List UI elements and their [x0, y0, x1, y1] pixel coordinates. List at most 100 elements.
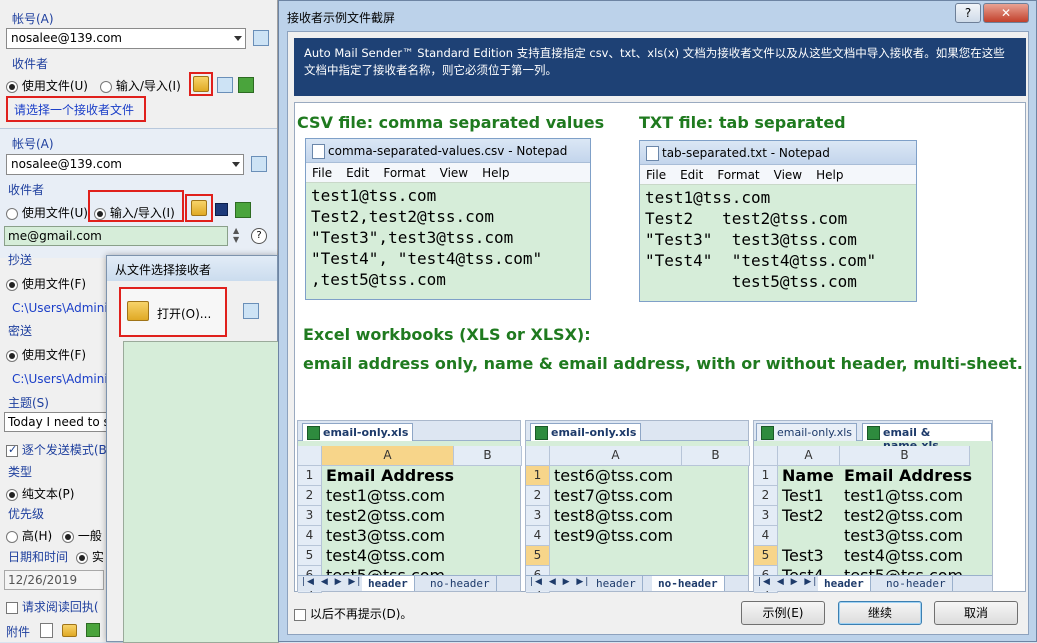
- row-header[interactable]: 1: [298, 466, 322, 486]
- cell[interactable]: test1@tss.com: [840, 486, 963, 506]
- column-header[interactable]: B: [454, 446, 522, 466]
- menu-help[interactable]: Help: [482, 166, 509, 180]
- priority-normal-radio[interactable]: 一般: [62, 527, 102, 544]
- column-header[interactable]: A: [550, 446, 682, 466]
- sheet-tab-header[interactable]: header: [590, 576, 643, 591]
- radio-icon[interactable]: [6, 530, 18, 543]
- cancel-button[interactable]: 取消: [934, 601, 1018, 625]
- menu-help[interactable]: Help: [816, 168, 843, 182]
- sheet-nav-icon[interactable]: |◀ ◀ ▶ ▶|: [758, 577, 818, 587]
- plain-text-radio[interactable]: 纯文本(P): [6, 485, 74, 502]
- menu-format[interactable]: Format: [383, 166, 425, 180]
- checkbox-icon[interactable]: [6, 601, 18, 614]
- sheet-nav-icon[interactable]: |◀ ◀ ▶ ▶|: [530, 577, 590, 587]
- chevron-down-icon[interactable]: [234, 36, 242, 41]
- radio-icon[interactable]: [76, 551, 88, 564]
- edit-list-icon[interactable]: [217, 77, 233, 93]
- continue-button[interactable]: 继续: [838, 601, 922, 625]
- radio-icon[interactable]: [100, 80, 112, 93]
- menu-file[interactable]: File: [312, 166, 332, 180]
- cell[interactable]: Email Address: [840, 466, 972, 486]
- account-settings-icon[interactable]: [253, 30, 269, 46]
- priority-high-radio[interactable]: 高(H): [6, 527, 52, 544]
- radio-icon[interactable]: [6, 207, 18, 220]
- cc-path[interactable]: C:\Users\Adminis: [12, 301, 114, 315]
- row-header[interactable]: 2: [526, 486, 550, 506]
- dont-show-checkbox[interactable]: 以后不再提示(D)。: [294, 605, 412, 622]
- cell[interactable]: test4@tss.com: [840, 546, 963, 566]
- radio-icon[interactable]: [94, 207, 106, 220]
- row-header[interactable]: 5: [754, 546, 778, 566]
- help-icon[interactable]: ?: [251, 228, 267, 244]
- cell[interactable]: test3@tss.com: [322, 526, 445, 546]
- delete-icon[interactable]: [243, 303, 259, 319]
- menu-file[interactable]: File: [646, 168, 666, 182]
- recipient-list[interactable]: [123, 341, 279, 643]
- import-radio-2[interactable]: 输入/导入(I): [88, 190, 184, 222]
- date-input[interactable]: 12/26/2019: [4, 570, 104, 590]
- checkbox-icon[interactable]: [6, 443, 18, 457]
- cell[interactable]: [778, 526, 782, 546]
- cell[interactable]: test3@tss.com: [840, 526, 963, 546]
- row-header[interactable]: 4: [754, 526, 778, 546]
- row-header[interactable]: 4: [298, 526, 322, 546]
- sheet-nav-icon[interactable]: |◀ ◀ ▶ ▶|: [302, 577, 362, 587]
- menu-edit[interactable]: Edit: [346, 166, 369, 180]
- cell[interactable]: Name: [778, 466, 834, 486]
- use-file-radio[interactable]: 使用文件(U): [6, 77, 88, 94]
- menu-format[interactable]: Format: [717, 168, 759, 182]
- radio-icon[interactable]: [6, 278, 18, 291]
- radio-icon[interactable]: [6, 349, 18, 362]
- cell[interactable]: test8@tss.com: [550, 506, 673, 526]
- radio-icon[interactable]: [6, 80, 18, 93]
- menu-view[interactable]: View: [440, 166, 468, 180]
- cell[interactable]: test4@tss.com: [322, 546, 445, 566]
- workbook-tab[interactable]: email-only.xls: [302, 423, 414, 441]
- sheet-tab-header[interactable]: header: [362, 576, 415, 591]
- cell[interactable]: Email Address: [322, 466, 454, 486]
- open-folder-icon-2[interactable]: [191, 200, 207, 216]
- send-mode-checkbox[interactable]: 逐个发送模式(B: [6, 441, 107, 458]
- column-header[interactable]: A: [322, 446, 454, 466]
- read-receipt-checkbox[interactable]: 请求阅读回执(: [6, 598, 99, 615]
- add-file-icon[interactable]: [40, 623, 53, 638]
- menu-edit[interactable]: Edit: [680, 168, 703, 182]
- row-header[interactable]: 1: [526, 466, 550, 486]
- column-header[interactable]: A: [778, 446, 840, 466]
- refresh-icon[interactable]: [238, 77, 254, 93]
- cc-use-file-radio[interactable]: 使用文件(F): [6, 275, 86, 292]
- workbook-tab[interactable]: email-only.xls: [756, 423, 858, 441]
- radio-icon[interactable]: [62, 530, 74, 543]
- bcc-use-file-radio[interactable]: 使用文件(F): [6, 346, 86, 363]
- row-header[interactable]: 2: [298, 486, 322, 506]
- row-header[interactable]: 3: [754, 506, 778, 526]
- row-header[interactable]: 4: [526, 526, 550, 546]
- refresh-icon-2[interactable]: [235, 202, 251, 218]
- recipient-input[interactable]: me@gmail.com: [4, 226, 228, 246]
- open-folder-icon[interactable]: [193, 76, 209, 92]
- cell[interactable]: test6@tss.com: [550, 466, 673, 486]
- sheet-tab-header[interactable]: header: [818, 576, 871, 591]
- column-header[interactable]: B: [682, 446, 750, 466]
- row-header[interactable]: 1: [754, 466, 778, 486]
- cell[interactable]: Test2: [778, 506, 824, 526]
- subject-input[interactable]: Today I need to se: [4, 412, 108, 432]
- row-header[interactable]: 2: [754, 486, 778, 506]
- cell[interactable]: test9@tss.com: [550, 526, 673, 546]
- chevron-down-icon[interactable]: [232, 162, 240, 167]
- example-button[interactable]: 示例(E): [741, 601, 825, 625]
- sheet-tab-no-header[interactable]: no-header: [652, 576, 725, 591]
- close-button[interactable]: ✕: [983, 3, 1029, 23]
- datetime-now-radio[interactable]: 实: [76, 548, 104, 565]
- add-folder-icon[interactable]: [62, 624, 77, 637]
- row-header[interactable]: 5: [298, 546, 322, 566]
- cell[interactable]: test2@tss.com: [840, 506, 963, 526]
- menu-view[interactable]: View: [774, 168, 802, 182]
- use-file-radio-2[interactable]: 使用文件(U): [6, 204, 88, 221]
- open-button[interactable]: 打开(O)...: [119, 287, 227, 337]
- sheet-tab-no-header[interactable]: no-header: [424, 576, 497, 591]
- import-radio[interactable]: 输入/导入(I): [100, 77, 181, 94]
- cell[interactable]: test7@tss.com: [550, 486, 673, 506]
- row-header[interactable]: 5: [526, 546, 550, 566]
- cell[interactable]: test2@tss.com: [322, 506, 445, 526]
